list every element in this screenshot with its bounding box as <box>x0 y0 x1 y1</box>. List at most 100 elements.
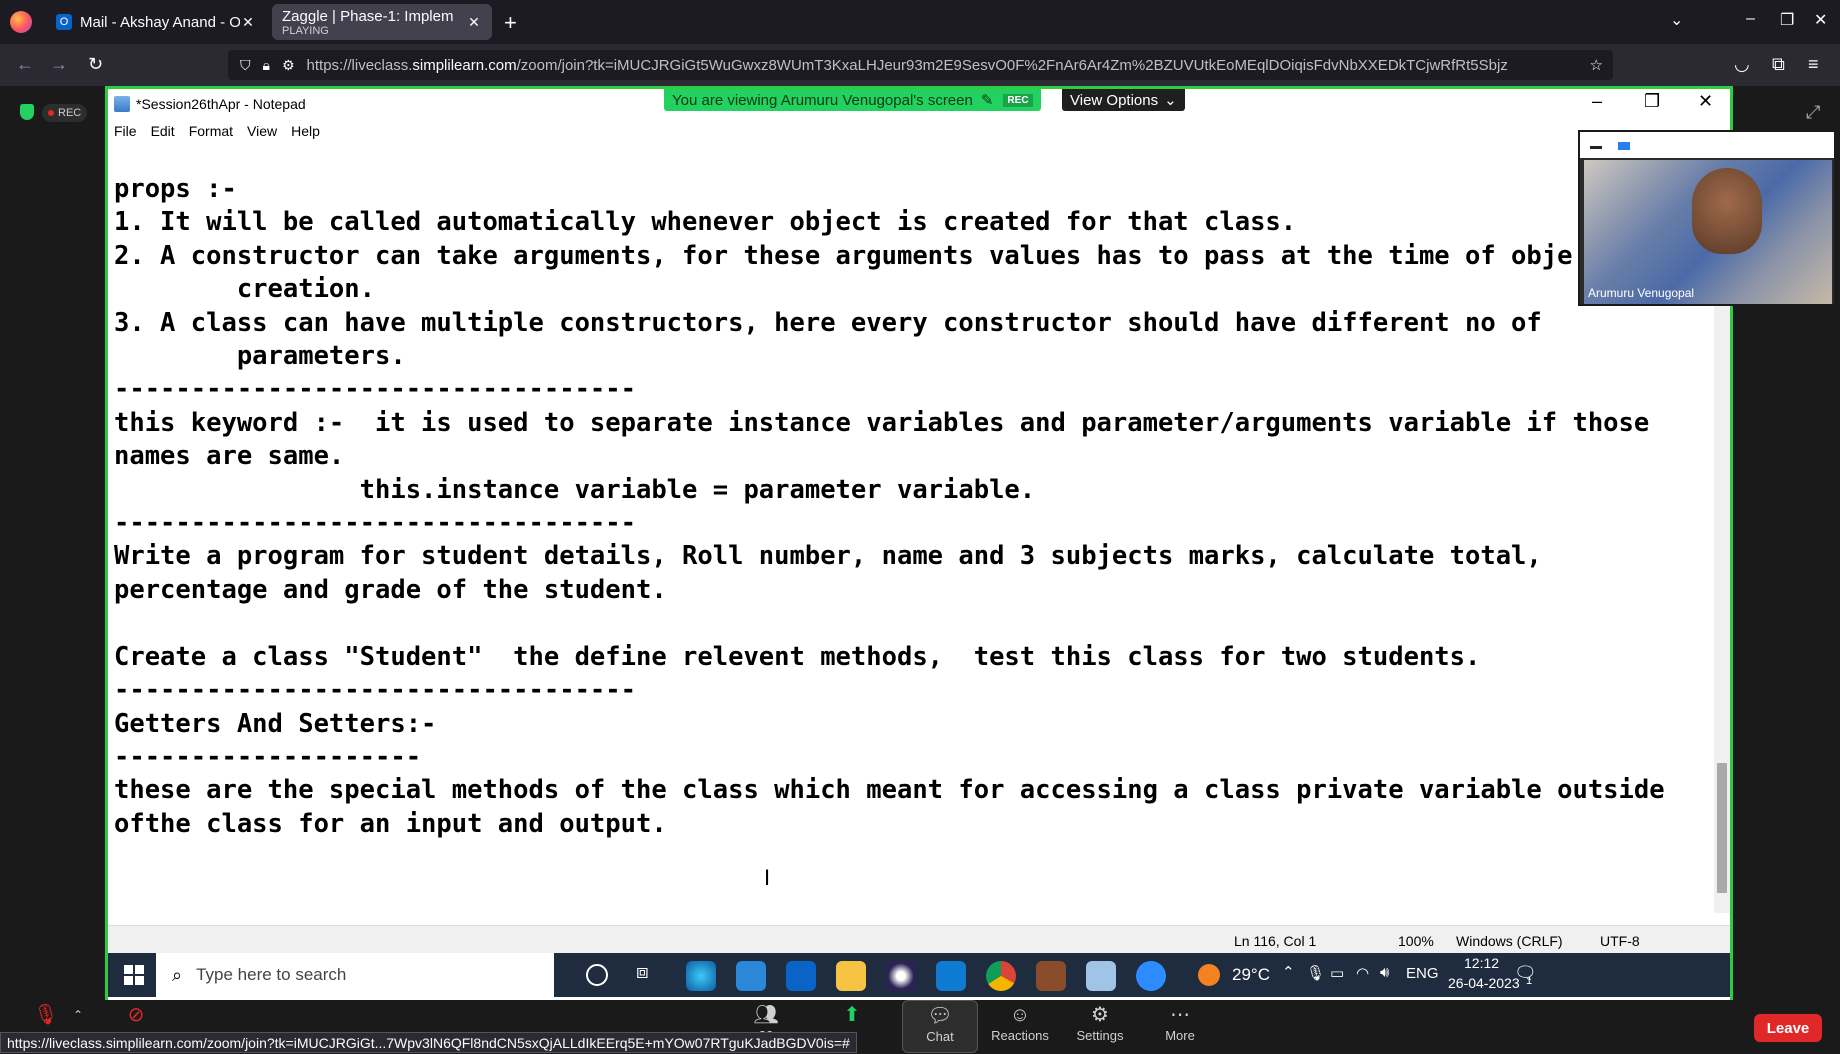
menu-file[interactable]: File <box>114 123 137 139</box>
reactions-button[interactable]: ☺ Reactions <box>982 1000 1058 1053</box>
minimize-video-icon[interactable] <box>1590 146 1602 149</box>
minimize-icon[interactable]: – <box>1746 10 1755 28</box>
notepad-maximize-icon[interactable]: ❐ <box>1644 91 1660 112</box>
more-label: More <box>1165 1028 1195 1043</box>
fullscreen-icon[interactable]: ⤢ <box>1806 102 1820 123</box>
viewing-text: You are viewing Arumuru Venugopal's scre… <box>672 91 973 109</box>
scrollbar-thumb[interactable] <box>1717 763 1727 893</box>
notepad-menu-bar: File Edit Format View Help <box>108 119 1730 143</box>
participant-face <box>1692 168 1762 254</box>
firefox-icon[interactable] <box>10 11 32 33</box>
tab-label-group: Zaggle | Phase-1: Implem PLAYING <box>282 8 466 37</box>
url-domain: simplilearn.com <box>412 56 517 74</box>
menu-icon[interactable]: ≡ <box>1808 54 1819 75</box>
pocket-icon[interactable]: ◡ <box>1734 54 1750 75</box>
tab-label: Zaggle | Phase-1: Implem <box>282 7 454 25</box>
chevron-up-icon: ⌃ <box>72 1008 84 1022</box>
participant-video[interactable]: Arumuru Venugopal <box>1578 130 1836 306</box>
url-prefix: https://liveclass. <box>306 56 413 74</box>
url-bar[interactable]: ⛉ 🔒︎ ⚙ https://liveclass.simplilearn.com… <box>228 50 1613 80</box>
extensions-icon[interactable]: ⧉ <box>1772 54 1785 75</box>
gear-icon: ⚙ <box>1091 1004 1109 1026</box>
leave-button[interactable]: Leave <box>1754 1014 1822 1042</box>
task-view-icon[interactable]: ⧈ <box>636 961 666 991</box>
new-tab-icon[interactable]: + <box>504 10 517 36</box>
recording-indicator[interactable]: REC <box>42 104 88 122</box>
notepad-close-icon[interactable]: ✕ <box>1698 91 1713 112</box>
settings-label: Settings <box>1076 1028 1124 1043</box>
menu-view[interactable]: View <box>247 123 277 139</box>
search-icon: ⌕ <box>172 964 183 985</box>
share-screen-icon: ⬆ <box>843 1004 861 1026</box>
notepad-icon <box>114 96 130 112</box>
microphone-icon[interactable]: 🎙︎ <box>1306 964 1325 982</box>
ibeam-cursor-icon: I <box>764 865 771 890</box>
notification-count: 1 <box>1526 975 1533 987</box>
notepad-text-area[interactable]: props :- 1. It will be called automatica… <box>108 143 1730 1013</box>
view-options-button[interactable]: View Options ⌄ <box>1062 89 1185 111</box>
language-indicator[interactable]: ENG <box>1406 965 1439 982</box>
reload-icon[interactable]: ↻ <box>88 54 103 75</box>
back-icon[interactable]: ← <box>16 54 34 75</box>
temperature[interactable]: 29°C <box>1232 965 1270 985</box>
restore-icon[interactable]: ❐ <box>1780 10 1794 30</box>
windows-start-icon[interactable] <box>124 965 144 985</box>
clock-date[interactable]: 26-04-2023 <box>1448 975 1520 991</box>
cortana-icon[interactable] <box>586 964 608 986</box>
pin-icon: ✎ <box>980 92 994 109</box>
list-tabs-icon[interactable]: ⌄ <box>1670 10 1683 30</box>
video-header-bar <box>1580 132 1834 158</box>
close-tab-icon[interactable]: ✕ <box>466 14 482 31</box>
menu-help[interactable]: Help <box>291 123 320 139</box>
chat-button[interactable]: 💬︎ Chat <box>902 1000 978 1053</box>
notepad-content[interactable]: props :- 1. It will be called automatica… <box>114 173 1665 841</box>
viewing-screen-banner: You are viewing Arumuru Venugopal's scre… <box>664 89 1041 111</box>
bookmark-star-icon[interactable]: ☆ <box>1590 56 1603 74</box>
file-explorer-icon[interactable] <box>836 961 866 991</box>
speaker-view-icon[interactable] <box>1618 142 1630 150</box>
tray-expand-icon[interactable]: ⌃ <box>1282 963 1295 981</box>
edge-icon[interactable] <box>686 961 716 991</box>
clock-time[interactable]: 12:12 <box>1464 955 1499 971</box>
navigation-bar: ← → ↻ ⛉ 🔒︎ ⚙ https://liveclass.simplilea… <box>0 44 1840 86</box>
wifi-icon[interactable]: ◠ <box>1356 964 1369 982</box>
app-icon[interactable] <box>1036 961 1066 991</box>
close-tab-icon[interactable]: ✕ <box>240 14 256 31</box>
encryption-shield-icon[interactable] <box>20 104 34 120</box>
forward-icon[interactable]: → <box>50 54 68 75</box>
battery-icon[interactable]: ▭ <box>1330 964 1344 982</box>
lock-icon[interactable]: 🔒︎ <box>263 57 270 74</box>
windows-search-box[interactable]: ⌕ Type here to search <box>156 953 554 997</box>
tab-outlook[interactable]: O Mail - Akshay Anand - Outlook ✕ <box>46 4 266 40</box>
menu-edit[interactable]: Edit <box>151 123 175 139</box>
chrome-icon[interactable] <box>986 961 1016 991</box>
mail-icon[interactable] <box>786 961 816 991</box>
browser-tab-bar: O Mail - Akshay Anand - Outlook ✕ Zaggle… <box>0 0 1840 44</box>
chat-label: Chat <box>926 1029 954 1044</box>
tab-zaggle[interactable]: Zaggle | Phase-1: Implem PLAYING ✕ <box>272 4 492 40</box>
viewing-rec-badge: REC <box>1003 93 1033 107</box>
notepad-minimize-icon[interactable]: – <box>1592 91 1602 112</box>
tracking-shield-icon[interactable]: ⛉ <box>240 57 251 74</box>
tab-playing-label: PLAYING <box>282 24 329 37</box>
volume-icon[interactable]: 🔊︎ <box>1380 964 1389 981</box>
smiley-icon: ☺ <box>1009 1004 1031 1026</box>
permissions-icon[interactable]: ⚙ <box>282 57 295 74</box>
menu-format[interactable]: Format <box>189 123 233 139</box>
zoom-app-icon[interactable] <box>1136 961 1166 991</box>
microphone-muted-icon: 🎙︎ <box>33 1004 59 1026</box>
link-status-url: https://liveclass.simplilearn.com/zoom/j… <box>0 1032 857 1053</box>
close-window-icon[interactable]: ✕ <box>1814 10 1827 30</box>
settings-button[interactable]: ⚙ Settings <box>1062 1000 1138 1053</box>
url-text[interactable]: https://liveclass.simplilearn.com/zoom/j… <box>307 57 1590 74</box>
participants-icon: 👥︎ <box>753 1004 779 1026</box>
eclipse-icon[interactable] <box>886 961 916 991</box>
notepad-taskbar-icon[interactable] <box>1086 961 1116 991</box>
more-button[interactable]: ⋯ More <box>1142 1000 1218 1053</box>
chevron-down-icon: ⌄ <box>1164 92 1177 109</box>
vscode-icon[interactable] <box>936 961 966 991</box>
zoom-level: 100% <box>1398 933 1434 949</box>
store-icon[interactable] <box>736 961 766 991</box>
windows-taskbar: ⌕ Type here to search ⧈ 29°C ⌃ 🎙︎ ▭ ◠ 🔊︎… <box>108 953 1730 997</box>
weather-icon[interactable] <box>1198 964 1220 986</box>
